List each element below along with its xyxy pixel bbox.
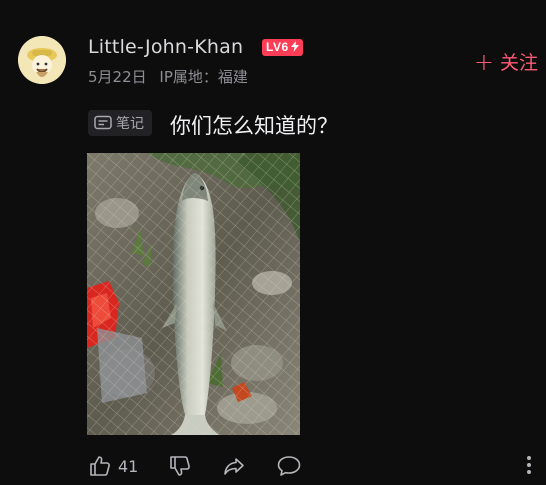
- level-badge-text: LV6: [266, 40, 289, 54]
- note-tag-label: 笔记: [116, 116, 144, 132]
- more-options-icon[interactable]: [526, 456, 532, 477]
- comment-button[interactable]: [276, 454, 302, 478]
- post-date: 5月22日: [88, 68, 147, 86]
- post-photo[interactable]: [87, 153, 300, 435]
- note-icon: [94, 115, 112, 130]
- post-card: Little-John-Khan LV6 5月22日 IP属地：福建 + 关注 …: [0, 0, 546, 485]
- avatar[interactable]: [18, 36, 66, 84]
- note-tag: 笔记: [88, 110, 152, 136]
- follow-button[interactable]: + 关注: [474, 48, 538, 75]
- ip-location: IP属地：福建: [159, 68, 248, 86]
- like-count: 41: [118, 456, 139, 476]
- plus-icon: +: [473, 47, 494, 76]
- share-button[interactable]: [222, 454, 246, 478]
- thumbs-up-icon: [90, 456, 110, 476]
- level-badge: LV6: [262, 39, 303, 56]
- post-title: 你们怎么知道的？: [170, 114, 338, 138]
- comment-icon: [278, 456, 301, 476]
- post-meta: 5月22日 IP属地：福建: [88, 66, 256, 87]
- share-icon: [224, 458, 245, 475]
- like-button[interactable]: 41: [88, 454, 138, 478]
- action-bar: 41: [88, 452, 546, 480]
- author-name[interactable]: Little-John-Khan: [88, 36, 243, 58]
- lightning-icon: [290, 41, 299, 52]
- thumbs-down-icon: [170, 456, 191, 476]
- dislike-button[interactable]: [168, 454, 192, 478]
- follow-label: 关注: [499, 52, 538, 74]
